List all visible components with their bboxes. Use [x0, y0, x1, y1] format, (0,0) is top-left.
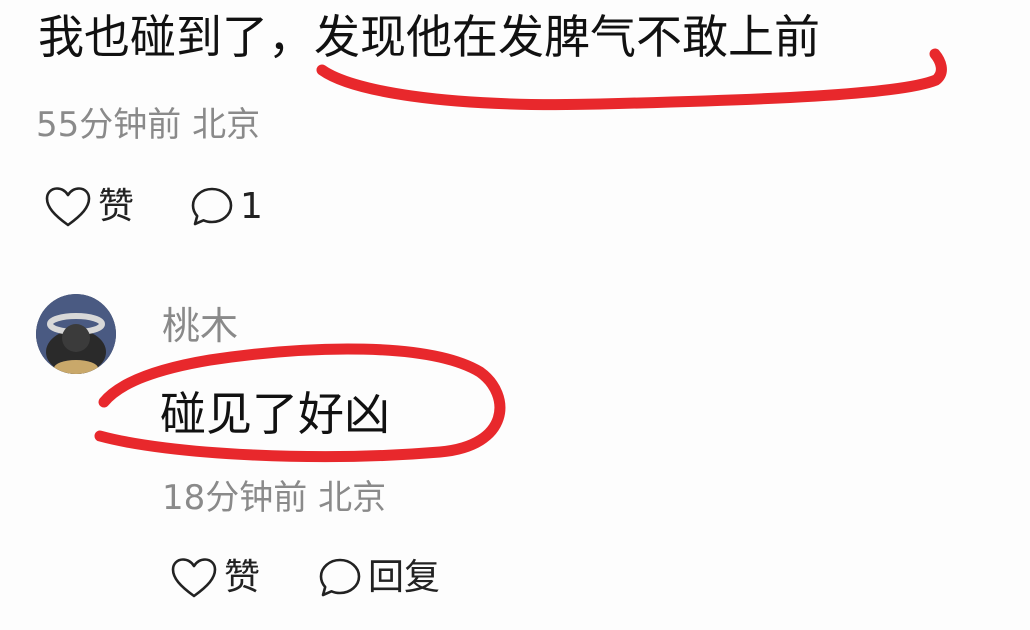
heart-icon — [171, 558, 217, 598]
reply-button[interactable]: 回复 — [318, 556, 440, 600]
annotation-overlay — [94, 48, 947, 463]
reply-like-label: 赞 — [224, 557, 261, 598]
reply-text: 碰见了好凶 — [160, 387, 390, 441]
reply-like-button[interactable]: 赞 — [170, 556, 260, 600]
comment-text: 我也碰到了，发现他在发脾气不敢上前 — [38, 10, 820, 64]
avatar-image — [36, 294, 116, 374]
comment-count-button[interactable]: 1 — [190, 185, 263, 229]
comment-count: 1 — [240, 186, 263, 227]
like-button[interactable]: 赞 — [44, 185, 134, 229]
reply-label: 回复 — [368, 557, 441, 598]
avatar[interactable] — [36, 294, 116, 374]
like-label: 赞 — [98, 186, 135, 227]
reply-username[interactable]: 桃木 — [162, 300, 238, 352]
comment-meta: 55分钟前 北京 — [36, 105, 261, 145]
comment-bubble-icon — [319, 558, 361, 597]
reply-meta: 18分钟前 北京 — [162, 478, 387, 518]
comment-bubble-icon — [191, 187, 233, 226]
heart-icon — [45, 187, 91, 227]
